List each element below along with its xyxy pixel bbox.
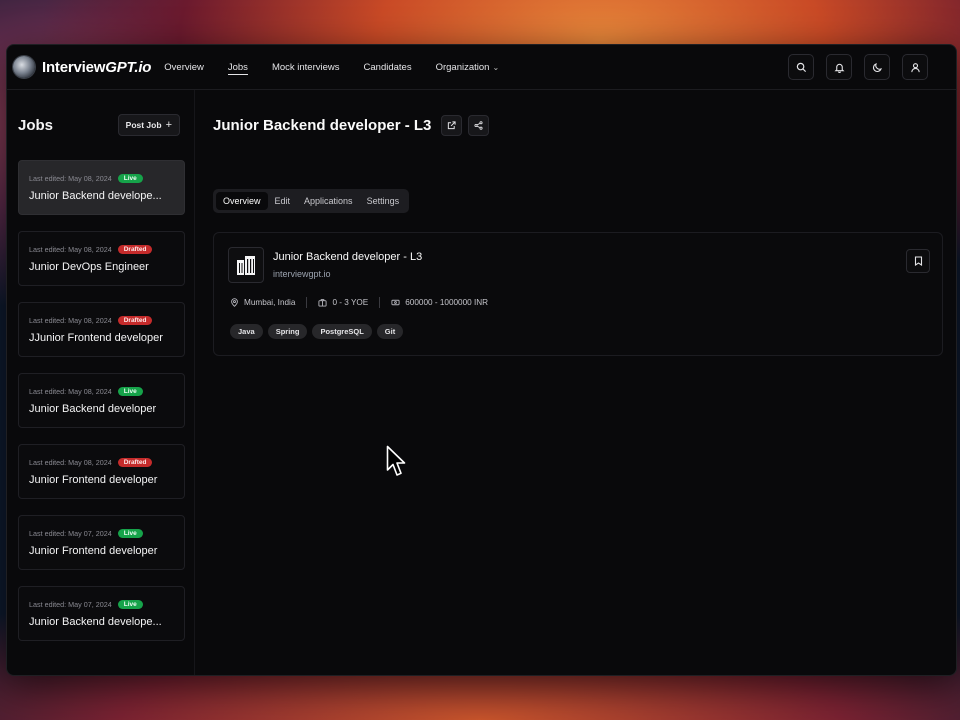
mouse-cursor-icon — [386, 445, 406, 476]
tab-edit[interactable]: Edit — [268, 192, 298, 210]
skill-tag: Git — [376, 324, 404, 339]
divider — [379, 297, 381, 308]
job-title: Junior Backend developer - L3 — [273, 251, 423, 263]
notifications-button[interactable] — [826, 54, 852, 80]
skill-tags: Java Spring PostgreSQL Git — [230, 324, 404, 339]
nav-overview[interactable]: Overview — [164, 45, 204, 89]
briefcase-icon — [318, 299, 327, 307]
job-card[interactable]: Last edited: May 08, 2024 Drafted JJunior… — [18, 302, 185, 357]
moon-icon — [872, 62, 882, 72]
job-card-title: JJunior Frontend developer — [29, 332, 163, 344]
divider — [306, 297, 308, 308]
map-pin-icon — [231, 298, 238, 307]
user-icon — [910, 62, 920, 72]
bookmark-button[interactable] — [906, 249, 930, 273]
job-card-title: Junior Frontend developer — [29, 474, 158, 486]
job-card[interactable]: Last edited: May 08, 2024 Live Junior Bac… — [18, 160, 185, 215]
skill-tag: Spring — [267, 324, 308, 339]
job-experience: 0 - 3 YOE — [318, 298, 368, 307]
plus-icon: + — [165, 119, 172, 131]
tab-bar: Overview Edit Applications Settings — [213, 189, 410, 213]
external-link-icon — [448, 120, 457, 129]
share-button[interactable] — [468, 114, 490, 136]
job-card-date: Last edited: May 08, 2024 — [29, 387, 112, 396]
search-icon — [796, 62, 806, 72]
status-badge: Live — [117, 529, 143, 538]
jobs-sidebar: Jobs Post Job + Last edited: May 08, 2024… — [7, 90, 195, 675]
job-card-title: Junior Backend develope... — [29, 190, 162, 202]
status-badge: Live — [117, 174, 143, 183]
search-button[interactable] — [788, 54, 814, 80]
nav-jobs[interactable]: Jobs — [227, 45, 249, 89]
company-logo — [228, 247, 264, 283]
job-card-title: Junior Frontend developer — [29, 545, 158, 557]
post-job-button[interactable]: Post Job + — [117, 114, 180, 136]
job-card-date: Last edited: May 08, 2024 — [29, 316, 112, 325]
nav-organization[interactable]: Organization ⌄ — [436, 45, 500, 89]
tab-settings[interactable]: Settings — [360, 192, 407, 210]
job-card-date: Last edited: May 08, 2024 — [29, 458, 112, 467]
status-badge: Drafted — [117, 245, 153, 254]
bookmark-icon — [914, 256, 922, 266]
company-domain: interviewgpt.io — [273, 269, 331, 279]
page-title: Junior Backend developer - L3 — [213, 116, 432, 134]
share-icon — [474, 120, 483, 130]
job-card[interactable]: Last edited: May 08, 2024 Drafted Junior … — [18, 231, 185, 286]
chevron-down-icon: ⌄ — [492, 62, 500, 72]
nav-mock-interviews[interactable]: Mock interviews — [272, 45, 340, 89]
open-external-button[interactable] — [441, 114, 463, 136]
tab-overview[interactable]: Overview — [216, 192, 268, 210]
job-detail: Junior Backend developer - L3 Overview E… — [213, 90, 956, 356]
bell-icon — [834, 63, 844, 73]
tab-applications[interactable]: Applications — [297, 192, 360, 210]
top-nav: InterviewGPT.io Overview Jobs Mock inter… — [7, 45, 956, 90]
job-salary: 600000 - 1000000 INR — [391, 298, 488, 307]
job-card[interactable]: Last edited: May 07, 2024 Live Junior Bac… — [18, 586, 185, 641]
status-badge: Live — [117, 600, 143, 609]
logo[interactable]: InterviewGPT.io — [13, 56, 151, 78]
job-card-date: Last edited: May 07, 2024 — [29, 529, 112, 538]
job-card[interactable]: Last edited: May 08, 2024 Live Junior Bac… — [18, 373, 185, 428]
theme-toggle-button[interactable] — [864, 54, 890, 80]
job-card-date: Last edited: May 08, 2024 — [29, 174, 112, 183]
job-card-date: Last edited: May 08, 2024 — [29, 245, 112, 254]
status-badge: Live — [117, 387, 143, 396]
status-badge: Drafted — [117, 316, 153, 325]
app-window: InterviewGPT.io Overview Jobs Mock inter… — [6, 44, 957, 676]
job-list: Last edited: May 08, 2024 Live Junior Bac… — [7, 160, 194, 641]
job-card-date: Last edited: May 07, 2024 — [29, 600, 112, 609]
logo-icon — [13, 56, 35, 78]
sidebar-title: Jobs — [18, 116, 54, 134]
job-overview-card: Junior Backend developer - L3 interviewg… — [213, 232, 943, 356]
job-card[interactable]: Last edited: May 08, 2024 Drafted Junior … — [18, 444, 185, 499]
job-card-title: Junior Backend developer — [29, 403, 157, 415]
job-card-title: Junior Backend develope... — [29, 616, 162, 628]
status-badge: Drafted — [117, 458, 153, 467]
job-location: Mumbai, India — [230, 298, 295, 307]
job-card[interactable]: Last edited: May 07, 2024 Live Junior Fro… — [18, 515, 185, 570]
building-icon — [237, 256, 255, 275]
job-card-title: Junior DevOps Engineer — [29, 261, 149, 273]
banknote-icon — [391, 299, 400, 306]
profile-button[interactable] — [902, 54, 928, 80]
logo-text: InterviewGPT.io — [42, 58, 152, 76]
skill-tag: PostgreSQL — [312, 324, 372, 339]
nav-candidates[interactable]: Candidates — [364, 45, 412, 89]
skill-tag: Java — [230, 324, 263, 339]
